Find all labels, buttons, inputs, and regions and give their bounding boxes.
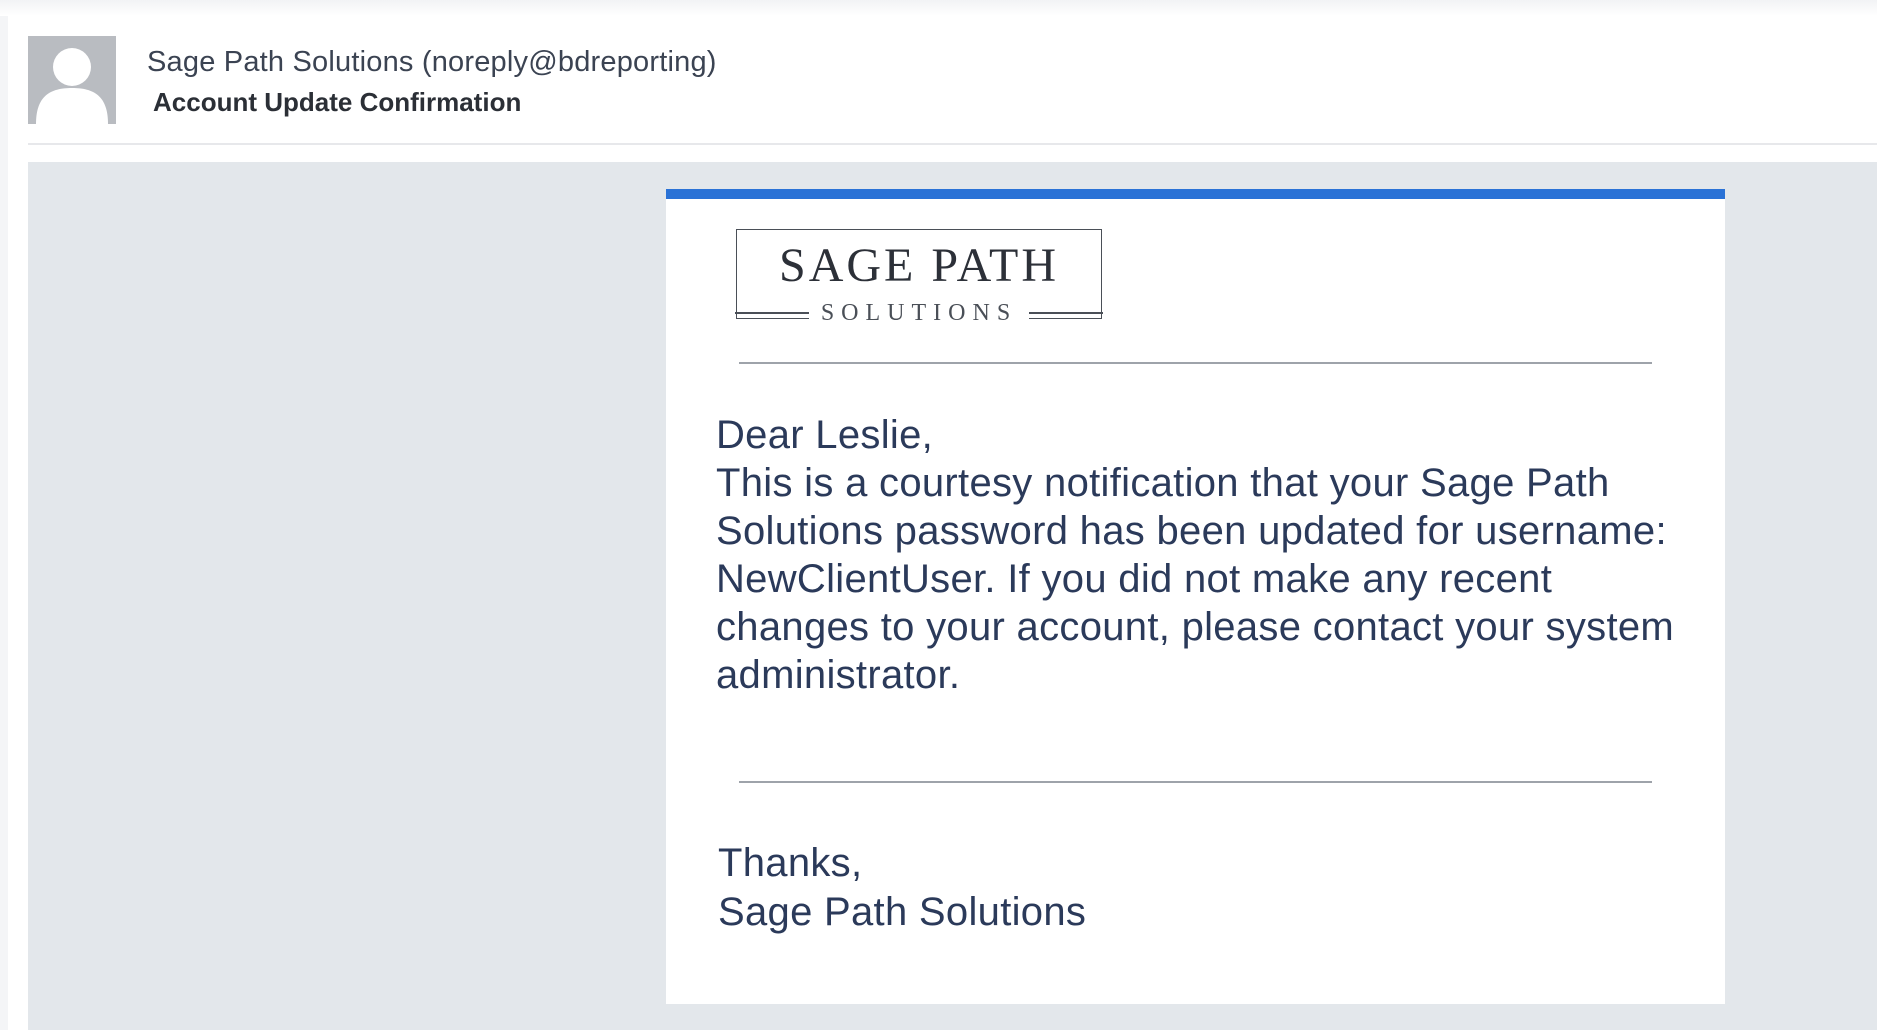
logo-tagline: SOLUTIONS (808, 300, 1030, 326)
email-viewer: Sage Path Solutions (noreply@bdreporting… (0, 0, 1877, 1030)
logo-name: SAGE PATH (779, 239, 1059, 292)
logo-tagline-row: SOLUTIONS (735, 300, 1103, 326)
message-body: Dear Leslie, This is a courtesy notifica… (716, 411, 1696, 699)
email-header: Sage Path Solutions (noreply@bdreporting… (28, 34, 1877, 144)
sign-off: Thanks, Sage Path Solutions (718, 839, 1618, 937)
logo-rule-right (1029, 312, 1103, 314)
top-edge (0, 0, 1877, 16)
email-subject: Account Update Confirmation (153, 87, 522, 117)
greeting: Dear Leslie, (716, 413, 934, 457)
logo-rule-left (735, 312, 809, 314)
email-content-card: SAGE PATH SOLUTIONS Dear Leslie, This is… (666, 189, 1725, 1004)
signature: Sage Path Solutions (718, 890, 1087, 934)
message-paragraph: This is a courtesy notification that you… (716, 461, 1675, 697)
header-divider (28, 143, 1877, 145)
sender-avatar-icon (28, 36, 116, 124)
company-logo: SAGE PATH SOLUTIONS (735, 229, 1103, 326)
closing: Thanks, (718, 841, 863, 885)
content-divider-bottom (739, 781, 1652, 783)
sender-name[interactable]: Sage Path Solutions (noreply@bdreporting… (147, 46, 717, 79)
left-edge (0, 16, 8, 1030)
content-divider-top (739, 362, 1652, 364)
